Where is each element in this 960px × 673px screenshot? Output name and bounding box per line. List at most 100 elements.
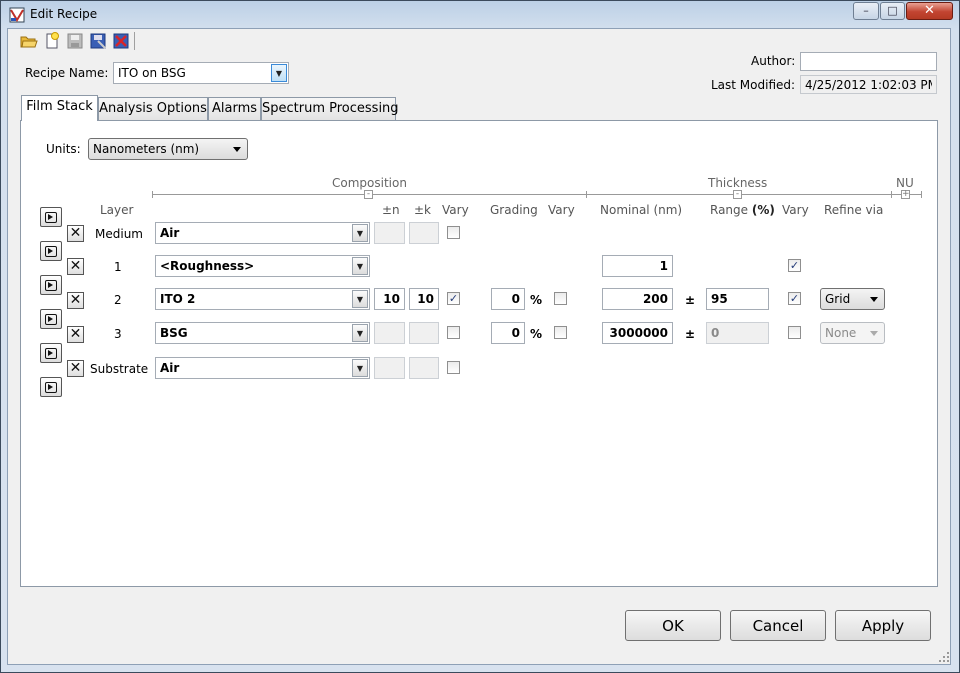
title-bar[interactable]: Edit Recipe – □ ✕ xyxy=(1,1,959,29)
col-header-thickness-vary: Vary xyxy=(782,203,809,217)
chevron-down-icon[interactable]: ▼ xyxy=(352,290,368,308)
grading-percent-2: % xyxy=(530,293,543,307)
material-combo-medium[interactable]: Air ▼ xyxy=(155,222,370,244)
remove-layer-2-button[interactable]: ✕ xyxy=(67,292,84,309)
grading-field-3[interactable] xyxy=(491,322,525,344)
composition-collapse-handle[interactable]: - xyxy=(364,190,373,199)
remove-layer-3-button[interactable]: ✕ xyxy=(67,326,84,343)
k-field-medium[interactable] xyxy=(409,222,439,244)
k-field-3[interactable] xyxy=(409,322,439,344)
material-combo-substrate[interactable]: Air ▼ xyxy=(155,357,370,379)
toolbar-separator xyxy=(134,32,135,50)
range-field-2[interactable] xyxy=(706,288,769,310)
vary-checkbox-2[interactable]: ✓ xyxy=(447,292,460,305)
close-button[interactable]: ✕ xyxy=(906,2,953,20)
grading-field-2[interactable] xyxy=(491,288,525,310)
insert-arrow-icon xyxy=(45,212,57,223)
resize-grip-icon[interactable] xyxy=(938,651,950,663)
vary-checkbox-3[interactable] xyxy=(447,326,460,339)
refine-via-dropdown-2[interactable]: Grid xyxy=(820,288,885,310)
col-header-k: ±k xyxy=(414,203,432,217)
layer-name-substrate: Substrate xyxy=(90,362,149,376)
col-header-grading: Grading xyxy=(490,203,538,217)
refine-via-value-3: None xyxy=(825,326,857,340)
remove-layer-1-button[interactable]: ✕ xyxy=(67,258,84,275)
tab-alarms[interactable]: Alarms xyxy=(208,97,261,120)
last-modified-field xyxy=(800,75,937,94)
layer-name-medium: Medium xyxy=(95,227,143,241)
n-field-3[interactable] xyxy=(374,322,405,344)
insert-layer-button[interactable] xyxy=(40,343,62,363)
material-value-substrate: Air xyxy=(160,361,180,375)
insert-layer-button[interactable] xyxy=(40,275,62,295)
col-header-range: Range (%) xyxy=(710,203,775,217)
range-field-3[interactable] xyxy=(706,322,769,344)
n-field-2[interactable] xyxy=(374,288,405,310)
thickness-vary-checkbox-1[interactable]: ✓ xyxy=(788,259,801,272)
chevron-down-icon xyxy=(870,331,878,336)
refine-via-dropdown-3[interactable]: None xyxy=(820,322,885,344)
tab-analysis-options[interactable]: Analysis Options xyxy=(98,97,208,120)
delete-icon[interactable] xyxy=(112,32,130,50)
author-label: Author: xyxy=(751,54,796,68)
thickness-collapse-handle[interactable]: - xyxy=(733,190,742,199)
app-icon xyxy=(9,7,25,23)
material-combo-2[interactable]: ITO 2 ▼ xyxy=(155,288,370,310)
chevron-down-icon[interactable]: ▼ xyxy=(352,359,368,377)
nu-expand-handle[interactable]: + xyxy=(901,190,910,199)
insert-layer-button[interactable] xyxy=(40,309,62,329)
units-dropdown[interactable]: Nanometers (nm) xyxy=(88,138,248,160)
tab-film-stack[interactable]: Film Stack xyxy=(21,95,98,121)
author-field[interactable] xyxy=(800,52,937,71)
chevron-down-icon[interactable]: ▼ xyxy=(352,324,368,342)
insert-layer-button[interactable] xyxy=(40,241,62,261)
layer-name-2: 2 xyxy=(114,293,122,307)
chevron-down-icon[interactable]: ▼ xyxy=(271,64,287,82)
maximize-button[interactable]: □ xyxy=(880,2,905,20)
col-header-grading-vary: Vary xyxy=(548,203,575,217)
insert-layer-button[interactable] xyxy=(40,377,62,397)
thickness-vary-checkbox-3[interactable] xyxy=(788,326,801,339)
material-combo-1[interactable]: <Roughness> ▼ xyxy=(155,255,370,277)
n-field-substrate[interactable] xyxy=(374,357,405,379)
composition-group-label: Composition xyxy=(332,176,407,190)
open-folder-icon[interactable] xyxy=(20,32,38,50)
grading-vary-checkbox-3[interactable] xyxy=(554,326,567,339)
nominal-field-2[interactable] xyxy=(602,288,673,310)
thickness-vary-checkbox-2[interactable]: ✓ xyxy=(788,292,801,305)
insert-arrow-icon xyxy=(45,382,57,393)
minimize-button[interactable]: – xyxy=(853,2,879,20)
remove-layer-substrate-button[interactable]: ✕ xyxy=(67,360,84,377)
vary-checkbox-substrate[interactable] xyxy=(447,361,460,374)
material-combo-3[interactable]: BSG ▼ xyxy=(155,322,370,344)
apply-button[interactable]: Apply xyxy=(835,610,931,641)
group-header-rule xyxy=(152,194,922,195)
insert-layer-button[interactable] xyxy=(40,207,62,227)
col-header-layer: Layer xyxy=(100,203,134,217)
new-file-icon[interactable] xyxy=(43,32,61,50)
nu-group-label: NU xyxy=(896,176,914,190)
n-field-medium[interactable] xyxy=(374,222,405,244)
remove-layer-medium-button[interactable]: ✕ xyxy=(67,225,84,242)
nominal-field-3[interactable] xyxy=(602,322,673,344)
vary-checkbox-medium[interactable] xyxy=(447,226,460,239)
chevron-down-icon xyxy=(870,297,878,302)
ok-button[interactable]: OK xyxy=(625,610,721,641)
grading-vary-checkbox-2[interactable] xyxy=(554,292,567,305)
save-icon[interactable] xyxy=(66,32,84,50)
tab-spectrum-processing[interactable]: Spectrum Processing xyxy=(261,97,399,120)
recipe-name-combo[interactable]: ITO on BSG ▼ xyxy=(113,62,289,84)
col-header-range-pct: (%) xyxy=(751,203,775,217)
chevron-down-icon[interactable]: ▼ xyxy=(352,224,368,242)
nominal-field-1[interactable] xyxy=(602,255,673,277)
chevron-down-icon[interactable]: ▼ xyxy=(352,257,368,275)
k-field-2[interactable] xyxy=(409,288,439,310)
col-header-refine: Refine via xyxy=(824,203,884,217)
k-field-substrate[interactable] xyxy=(409,357,439,379)
insert-arrow-icon xyxy=(45,280,57,291)
cancel-button[interactable]: Cancel xyxy=(730,610,826,641)
save-as-icon[interactable] xyxy=(89,32,107,50)
material-value-3: BSG xyxy=(160,326,188,340)
units-value: Nanometers (nm) xyxy=(93,142,200,156)
group-tick xyxy=(586,191,587,198)
